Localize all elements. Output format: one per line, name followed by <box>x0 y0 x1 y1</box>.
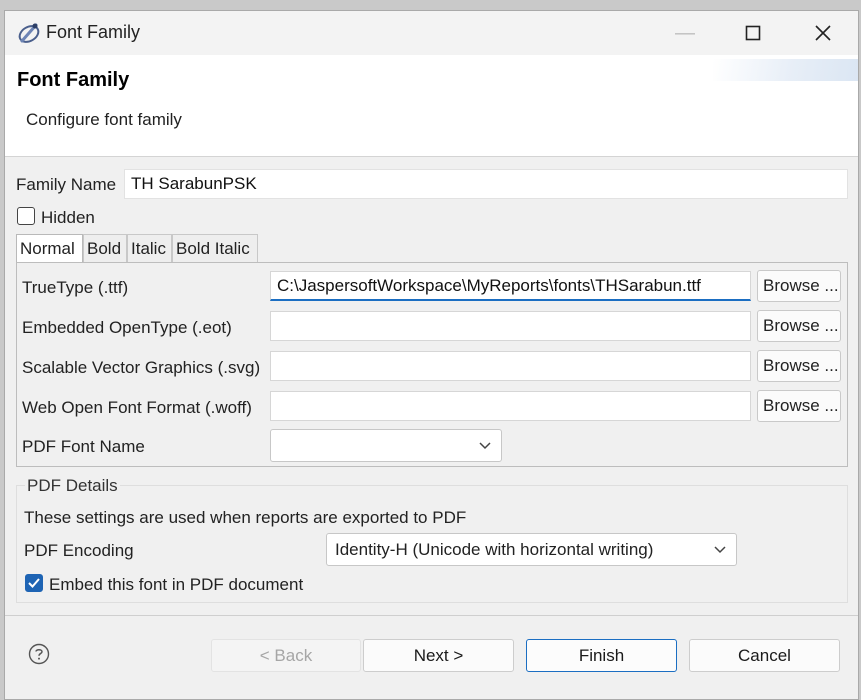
hidden-label: Hidden <box>41 208 95 227</box>
embed-font-checkbox[interactable] <box>25 574 43 592</box>
chevron-down-icon <box>714 546 726 554</box>
pdf-encoding-label: PDF Encoding <box>24 541 134 560</box>
svg-browse-button[interactable]: Browse ... <box>757 350 841 382</box>
back-button[interactable]: < Back <box>211 639 361 672</box>
banner-decoration <box>713 59 858 81</box>
maximize-icon <box>745 25 761 41</box>
chevron-down-icon <box>479 442 491 450</box>
svg-path-input[interactable] <box>270 351 751 381</box>
tab-normal[interactable]: Normal <box>16 234 83 263</box>
truetype-label: TrueType (.ttf) <box>22 278 129 297</box>
embed-font-label: Embed this font in PDF document <box>49 575 304 594</box>
minimize-button[interactable]: — <box>657 17 713 49</box>
pdf-details-title: PDF Details <box>25 476 120 496</box>
page-title: Font Family <box>17 69 130 91</box>
tab-bold-italic[interactable]: Bold Italic <box>172 234 258 262</box>
hidden-checkbox[interactable] <box>17 207 35 225</box>
woff-label: Web Open Font Format (.woff) <box>22 398 252 417</box>
pdf-encoding-select[interactable]: Identity-H (Unicode with horizontal writ… <box>326 533 737 566</box>
font-family-dialog: Font Family — Font Family Configure font… <box>4 10 859 700</box>
tab-italic[interactable]: Italic <box>127 234 172 262</box>
window-title: Font Family <box>46 22 141 42</box>
checkmark-icon <box>28 578 40 588</box>
truetype-path-input[interactable]: C:\JaspersoftWorkspace\MyReports\fonts\T… <box>270 271 751 301</box>
page-description: Configure font family <box>26 110 182 129</box>
svg-label: Scalable Vector Graphics (.svg) <box>22 358 261 377</box>
family-name-input[interactable]: TH SarabunPSK <box>124 169 848 199</box>
title-bar: Font Family — <box>5 11 858 55</box>
pdf-encoding-value: Identity-H (Unicode with horizontal writ… <box>335 540 654 559</box>
wizard-banner: Font Family Configure font family <box>5 55 858 157</box>
eot-label: Embedded OpenType (.eot) <box>22 318 232 337</box>
next-button[interactable]: Next > <box>363 639 514 672</box>
eot-path-input[interactable] <box>270 311 751 341</box>
cancel-button[interactable]: Cancel <box>689 639 840 672</box>
pdf-details-info: These settings are used when reports are… <box>24 508 467 527</box>
family-name-label: Family Name <box>16 175 117 194</box>
pdf-font-name-select[interactable] <box>270 429 502 462</box>
finish-button[interactable]: Finish <box>526 639 677 672</box>
close-button[interactable] <box>795 17 851 49</box>
eot-browse-button[interactable]: Browse ... <box>757 310 841 342</box>
maximize-button[interactable] <box>725 17 781 49</box>
jaspersoft-app-icon <box>18 23 40 43</box>
pdf-font-name-label: PDF Font Name <box>22 437 145 456</box>
help-icon[interactable] <box>28 643 50 665</box>
close-icon <box>815 25 831 41</box>
woff-path-input[interactable] <box>270 391 751 421</box>
tab-bold[interactable]: Bold <box>83 234 127 262</box>
truetype-browse-button[interactable]: Browse ... <box>757 270 841 302</box>
button-bar-separator <box>5 615 858 616</box>
woff-browse-button[interactable]: Browse ... <box>757 390 841 422</box>
